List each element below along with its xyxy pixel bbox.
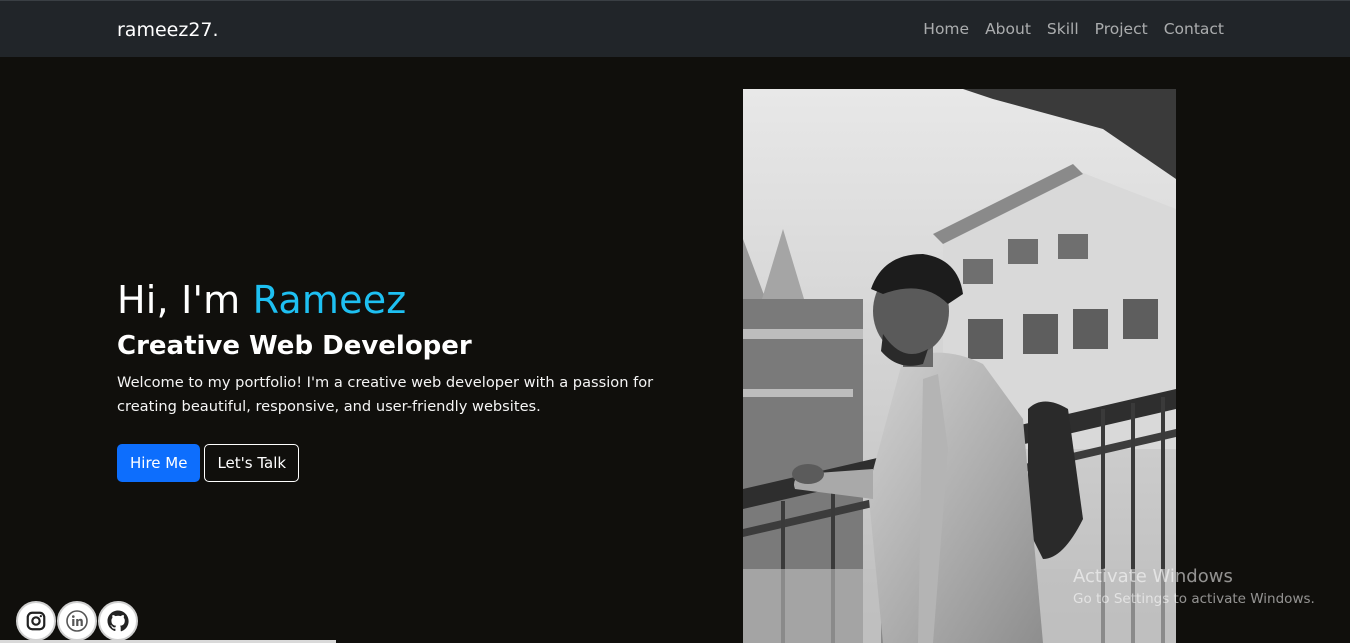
windows-activation-watermark: Activate Windows Go to Settings to activ… <box>1073 566 1315 609</box>
hero-actions: Hire Me Let's Talk <box>117 444 677 482</box>
linkedin-icon <box>66 610 88 632</box>
github-icon <box>107 610 129 632</box>
hire-me-button[interactable]: Hire Me <box>117 444 201 482</box>
watermark-subtitle: Go to Settings to activate Windows. <box>1073 591 1315 607</box>
github-link[interactable] <box>98 601 138 641</box>
hero-intro: Welcome to my portfolio! I'm a creative … <box>117 374 654 415</box>
hero-section: Hi, I'm Rameez Creative Web Developer We… <box>117 276 677 482</box>
nav-link-project[interactable]: Project <box>1095 20 1148 38</box>
nav-link-contact[interactable]: Contact <box>1164 20 1224 38</box>
hero-role: Creative Web Developer <box>117 331 472 361</box>
navbar: rameez27. Home About Skill Project Conta… <box>0 0 1350 57</box>
greeting-prefix: Hi, I'm <box>117 278 253 322</box>
nav-link-home[interactable]: Home <box>923 20 969 38</box>
nav-link-about[interactable]: About <box>985 20 1031 38</box>
hero-greeting: Hi, I'm Rameez <box>117 276 677 324</box>
hero-name: Rameez <box>252 278 407 322</box>
instagram-icon <box>26 611 46 631</box>
nav-link-skill[interactable]: Skill <box>1047 20 1079 38</box>
watermark-title: Activate Windows <box>1073 566 1233 587</box>
instagram-link[interactable] <box>16 601 56 641</box>
lets-talk-button[interactable]: Let's Talk <box>204 444 300 482</box>
nav-links: Home About Skill Project Contact <box>923 20 1224 38</box>
brand-link[interactable]: rameez27. <box>117 19 219 41</box>
linkedin-link[interactable] <box>57 601 97 641</box>
profile-photo <box>743 89 1176 643</box>
social-links <box>16 601 138 641</box>
